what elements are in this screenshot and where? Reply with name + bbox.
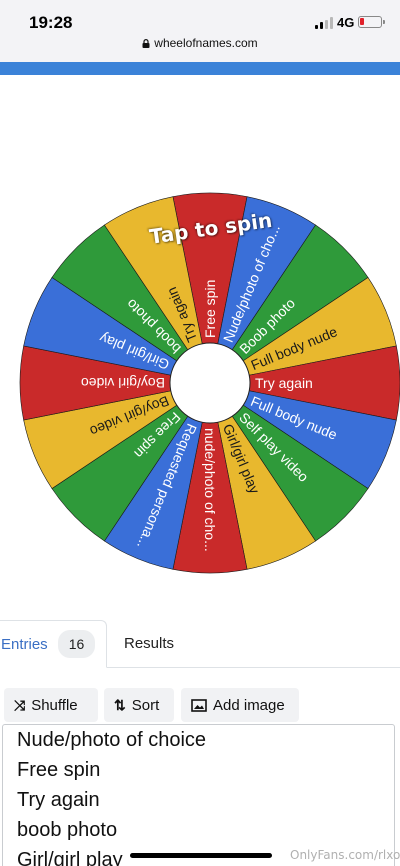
signal-icon	[315, 17, 333, 29]
entry-line: boob photo	[17, 819, 118, 841]
shuffle-label: Shuffle	[31, 696, 78, 714]
wheel-slice-label: Free spin	[202, 280, 218, 338]
wheel-slice-label: Try again	[255, 375, 313, 391]
sort-button[interactable]: ⇅ Sort	[104, 688, 174, 722]
site-header-strip	[0, 62, 400, 75]
wheel-center	[169, 342, 251, 424]
entry-line: Free spin	[17, 759, 101, 781]
browser-chrome: 19:28 4G wheelofnames.com	[0, 0, 400, 62]
entries-count-badge: 16	[57, 630, 96, 658]
tab-entries[interactable]: Entries 16	[0, 620, 107, 668]
tab-bar: Entries 16 Results	[0, 620, 400, 668]
entries-textarea[interactable]: Nude/photo of choice Free spin Try again…	[2, 724, 395, 866]
lock-icon	[142, 39, 150, 48]
tab-results[interactable]: Results	[124, 635, 174, 652]
network-type: 4G	[337, 15, 355, 30]
entry-line: Nude/photo of choice	[17, 729, 207, 751]
add-image-button[interactable]: Add image	[181, 688, 299, 722]
sort-label: Sort	[131, 696, 160, 714]
wheel-area: Free spin Nude/photo of cho... Boob photo F…	[0, 150, 400, 574]
entry-line: Try again	[17, 789, 100, 811]
battery-icon	[358, 16, 385, 28]
image-icon	[191, 698, 207, 712]
watermark: OnlyFans.com/rlxox	[290, 848, 400, 862]
entries-toolbar: ⤨ Shuffle ⇅ Sort Add image	[0, 688, 400, 724]
shuffle-button[interactable]: ⤨ Shuffle	[4, 688, 98, 722]
url-text: wheelofnames.com	[154, 36, 258, 50]
tab-entries-label: Entries	[1, 635, 48, 653]
spin-wheel[interactable]: Free spin Nude/photo of cho...Boob photoF…	[10, 183, 400, 583]
wheel-slice-label: Boy/girl video	[81, 375, 165, 391]
wheel-slice-label: nude/photo of cho...	[202, 428, 218, 552]
home-indicator[interactable]	[130, 853, 272, 858]
address-bar[interactable]: wheelofnames.com	[0, 36, 400, 50]
status-time: 19:28	[29, 13, 73, 32]
add-image-label: Add image	[213, 696, 285, 714]
sort-icon: ⇅	[114, 696, 126, 713]
shuffle-icon: ⤨	[14, 696, 26, 713]
